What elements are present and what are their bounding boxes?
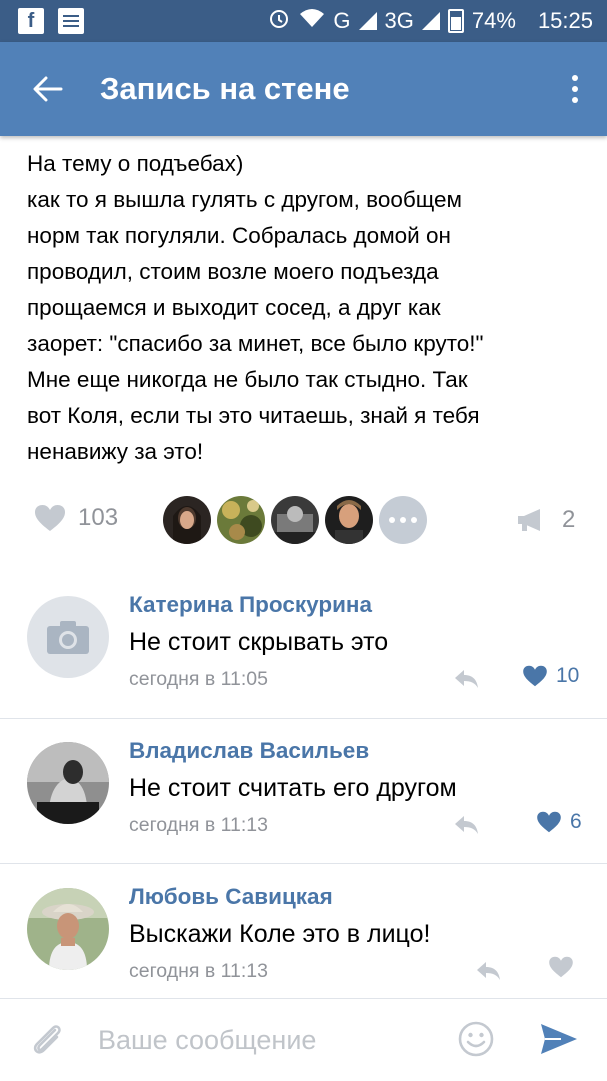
comment: Любовь Савицкая Выскажи Коле это в лицо!… (0, 866, 607, 1010)
comment-like-count: 10 (556, 664, 580, 687)
avatar[interactable] (217, 496, 265, 544)
heart-icon (549, 956, 573, 978)
message-input[interactable] (96, 1017, 440, 1063)
post-line: как то я вышла гулять с другом, вообщем (27, 187, 463, 212)
battery-percent: 74% (471, 8, 516, 33)
avatar[interactable] (271, 496, 319, 544)
comment-like-button[interactable]: 6 (536, 810, 582, 834)
post-line: На тему о подъебах) (27, 151, 244, 176)
heart-icon (537, 811, 561, 833)
post-line: вот Коля, если ты это читаешь, знай я те… (27, 403, 480, 428)
back-button[interactable] (18, 59, 78, 119)
divider (0, 718, 607, 719)
network-strength-icon (421, 12, 440, 30)
reply-icon[interactable] (452, 664, 480, 692)
comment-author[interactable]: Любовь Савицкая (129, 884, 333, 910)
app-bar: Запись на стене (0, 42, 607, 136)
avatar[interactable] (325, 496, 373, 544)
like-count: 103 (78, 504, 119, 531)
comment-text: Не стоит считать его другом (129, 774, 457, 802)
share-count: 2 (562, 506, 576, 533)
comment-time: сегодня в 11:05 (129, 668, 268, 690)
avatar[interactable] (27, 742, 109, 824)
comment-author[interactable]: Катерина Проскурина (129, 592, 372, 618)
reply-icon[interactable] (474, 956, 502, 984)
post-line: норм так погуляли. Собралась домой он (27, 223, 451, 248)
facebook-icon: f (18, 8, 44, 34)
back-arrow-icon (33, 76, 63, 102)
battery-icon (447, 9, 464, 33)
signal-label: G (333, 8, 351, 33)
message-composer (0, 998, 607, 1081)
post-text: На тему о подъебах) как то я вышла гулят… (27, 146, 587, 470)
avatar[interactable] (27, 888, 109, 970)
wifi-icon (299, 8, 325, 34)
avatar[interactable] (163, 496, 211, 544)
comment-like-button[interactable] (548, 956, 582, 978)
notes-icon (58, 8, 84, 34)
comment-time: сегодня в 11:13 (129, 814, 268, 836)
send-icon[interactable] (539, 1021, 579, 1057)
post-line: прощаемся и выходит сосед, а друг как (27, 295, 441, 320)
megaphone-share-icon (518, 509, 540, 531)
signal-strength-icon (358, 12, 377, 30)
emoji-icon[interactable] (458, 1021, 494, 1057)
avatar[interactable] (27, 596, 109, 678)
comment: Катерина Проскурина Не стоит скрывать эт… (0, 574, 607, 718)
more-avatars-icon[interactable] (379, 496, 427, 544)
comment-like-count: 6 (570, 810, 582, 833)
post-line: проводил, стоим возле моего подъезда (27, 259, 439, 284)
post-line: Мне еще никогда не было так стыдно. Так (27, 367, 468, 392)
status-bar: f G 3G 74% 15:25 (0, 0, 607, 42)
comment-author[interactable]: Владислав Васильев (129, 738, 369, 764)
comment-like-button[interactable]: 10 (522, 664, 579, 688)
post-line: ненавижу за это! (27, 439, 204, 464)
post-actions: 103 2 (0, 494, 607, 550)
divider (0, 863, 607, 864)
paperclip-icon[interactable] (28, 1019, 68, 1059)
clock: 15:25 (537, 8, 593, 33)
comment-text: Не стоит скрывать это (129, 628, 389, 656)
page-title: Запись на стене (100, 71, 350, 106)
more-vertical-icon[interactable] (563, 59, 587, 119)
reply-icon[interactable] (452, 810, 480, 838)
share-button[interactable]: 2 (516, 506, 575, 534)
comment-text: Выскажи Коле это в лицо! (129, 920, 431, 948)
comment: Владислав Васильев Не стоит считать его … (0, 720, 607, 864)
liked-by-avatars (163, 496, 427, 544)
heart-icon (35, 505, 65, 531)
network-label: 3G (384, 8, 414, 33)
comment-time: сегодня в 11:13 (129, 960, 268, 982)
like-button[interactable]: 103 (34, 504, 118, 532)
alarm-icon (267, 6, 291, 36)
heart-icon (523, 665, 547, 687)
post-line: заорет: "спасибо за минет, все было крут… (27, 331, 484, 356)
